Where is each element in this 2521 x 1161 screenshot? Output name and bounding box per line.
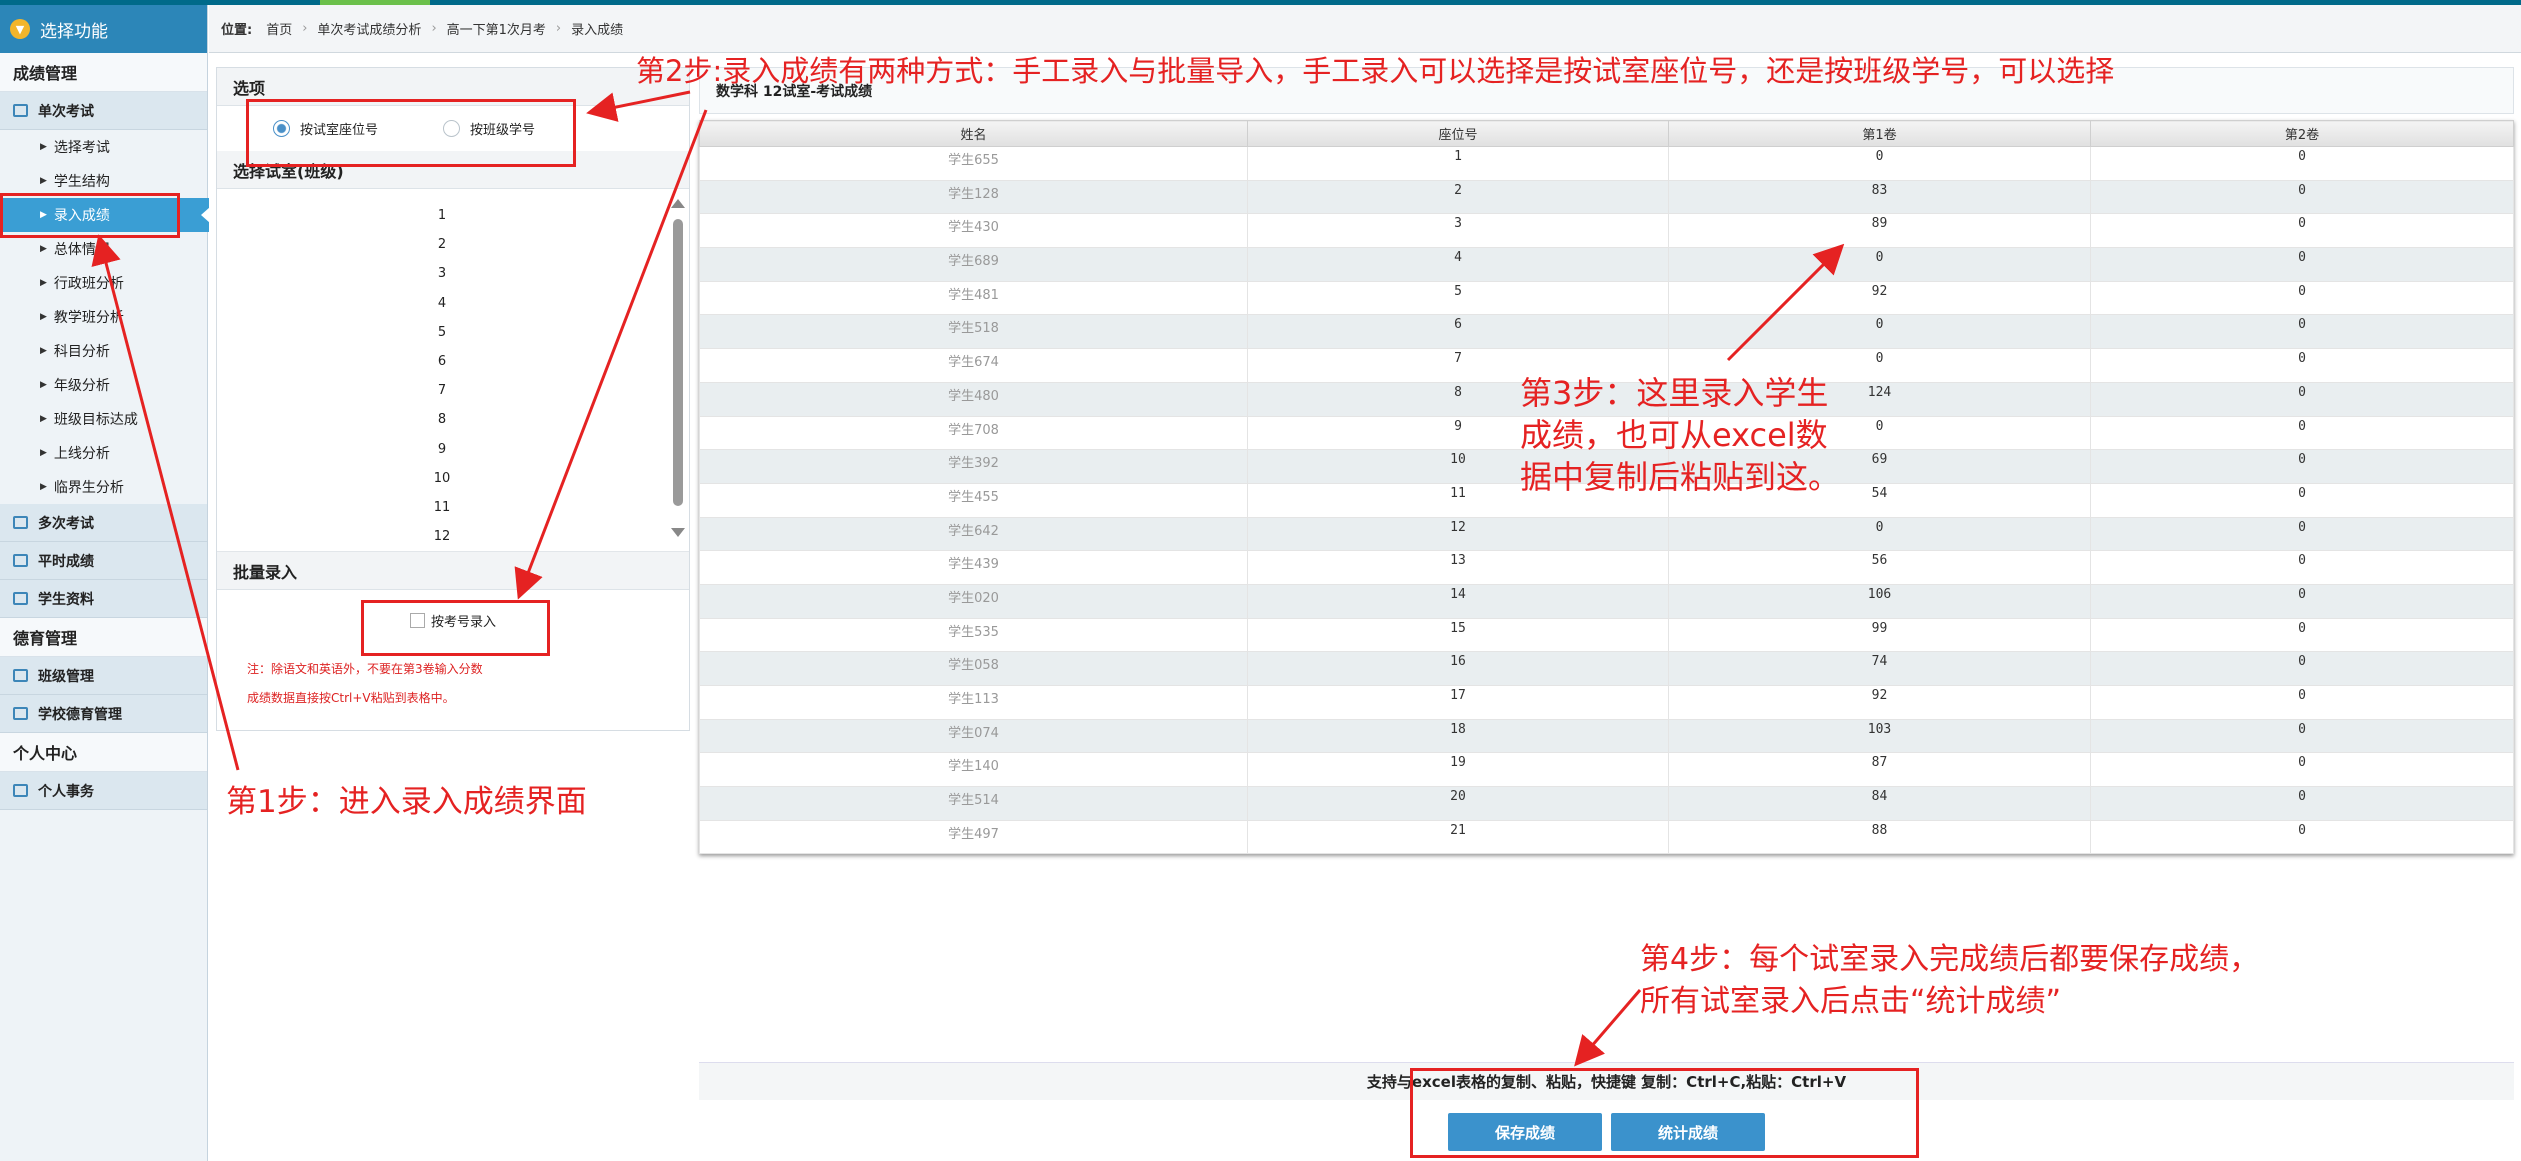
annotation-arrows: [91, 90, 1845, 1067]
